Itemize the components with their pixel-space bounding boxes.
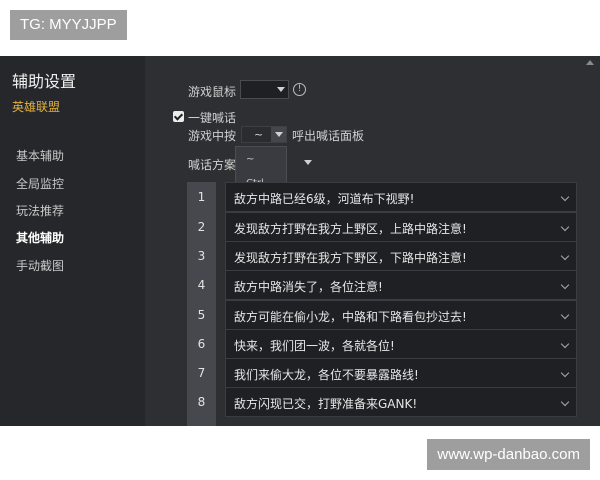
phrase-row[interactable]: 5 敌方可能在偷小龙，中路和下路看包抄过去! [187,300,577,330]
phrase-select[interactable]: 敌方闪现已交，打野准备来GANK! [225,387,577,417]
mouse-select[interactable] [240,80,289,99]
chevron-down-icon [560,192,570,202]
phrase-number: 2 [187,212,216,242]
main-panel: 游戏鼠标 ! 一键喊话 游戏中按 ~ 呼出喊话面板 喊话方案 ~ Ctrl 1 … [145,56,600,426]
phrase-row[interactable]: 2 发现敌方打野在我方上野区，上路中路注意! [187,212,577,242]
phrase-number: 6 [187,329,216,359]
phrase-text: 敌方中路已经6级，河道布下视野! [234,192,415,206]
chevron-down-icon [560,368,570,378]
watermark-top: TG: MYYJJPP [10,10,127,40]
chevron-down-icon [560,310,570,320]
phrase-text: 敌方闪现已交，打野准备来GANK! [234,397,418,411]
phrase-text: 我们来偷大龙，各位不要暴露路线! [234,368,419,382]
dropdown-option-tilde[interactable]: ~ [246,154,254,165]
phrase-number: 4 [187,270,216,300]
one-key-checkbox[interactable] [173,110,184,122]
mouse-label: 游戏鼠标 [188,85,237,99]
chevron-down-icon [560,397,570,407]
phrase-text: 敌方中路消失了，各位注意! [234,280,383,294]
phrase-select[interactable]: 我们来偷大龙，各位不要暴露路线! [225,358,577,388]
phrase-number: 7 [187,358,216,388]
phrase-row[interactable]: 3 发现敌方打野在我方下野区，下路中路注意! [187,241,577,271]
phrase-row[interactable]: 4 敌方中路消失了，各位注意! [187,270,577,300]
watermark-bottom: www.wp-danbao.com [427,439,590,470]
chevron-down-icon [560,339,570,349]
scroll-up-button[interactable] [586,60,594,72]
phrase-row-partial [187,417,577,426]
sidebar: 辅助设置 英雄联盟 基本辅助 全局监控 玩法推荐 其他辅助 手动截图 [0,56,145,426]
hotkey-select-value: ~ [254,128,264,141]
phrase-text: 快来，我们团一波，各就各位! [234,339,395,353]
phrase-select[interactable]: 快来，我们团一波，各就各位! [225,329,577,359]
sidebar-item-manual-screenshot[interactable]: 手动截图 [16,257,64,274]
phrase-number: 8 [187,387,216,417]
phrase-select[interactable]: 敌方中路消失了，各位注意! [225,270,577,300]
phrase-row[interactable]: 8 敌方闪现已交，打野准备来GANK! [187,387,577,417]
hotkey-select[interactable]: ~ [241,126,287,143]
phrase-number: 5 [187,300,216,330]
phrase-row[interactable]: 7 我们来偷大龙，各位不要暴露路线! [187,358,577,388]
settings-window: 辅助设置 英雄联盟 基本辅助 全局监控 玩法推荐 其他辅助 手动截图 游戏鼠标 … [0,56,600,426]
sidebar-item-basic-assist[interactable]: 基本辅助 [16,147,64,164]
chevron-down-icon [560,280,570,290]
plan-label: 喊话方案 [188,158,237,172]
key-suffix-label: 呼出喊话面板 [292,129,365,143]
phrase-number: 3 [187,241,216,271]
phrase-row[interactable]: 1 敌方中路已经6级，河道布下视野! [187,182,577,212]
phrase-text: 发现敌方打野在我方下野区，下路中路注意! [234,251,467,265]
phrase-text: 敌方可能在偷小龙，中路和下路看包抄过去! [234,310,467,324]
sidebar-game-name[interactable]: 英雄联盟 [12,98,60,115]
key-label: 游戏中按 [188,129,237,143]
chevron-down-icon [560,251,570,261]
one-key-label: 一键喊话 [188,111,237,125]
chevron-down-icon [560,222,570,232]
phrase-number: 1 [187,182,216,212]
sidebar-item-gameplay-recommend[interactable]: 玩法推荐 [16,202,64,219]
phrase-text: 发现敌方打野在我方上野区，上路中路注意! [234,222,467,236]
phrase-number [187,417,216,426]
chevron-down-icon [300,154,315,171]
phrase-select[interactable]: 敌方中路已经6级，河道布下视野! [225,182,577,212]
sidebar-item-global-monitor[interactable]: 全局监控 [16,175,64,192]
arrow-up-icon [586,60,594,65]
info-icon[interactable]: ! [293,83,306,96]
sidebar-title: 辅助设置 [12,72,77,91]
plan-select[interactable] [285,154,315,171]
chevron-down-icon [271,127,286,142]
phrase-row[interactable]: 6 快来，我们团一波，各就各位! [187,329,577,359]
chevron-down-icon [273,81,288,98]
phrase-select[interactable]: 发现敌方打野在我方下野区，下路中路注意! [225,241,577,271]
phrase-select[interactable]: 发现敌方打野在我方上野区，上路中路注意! [225,212,577,242]
sidebar-item-other-assist[interactable]: 其他辅助 [16,229,64,246]
check-icon [173,110,184,121]
phrase-select[interactable]: 敌方可能在偷小龙，中路和下路看包抄过去! [225,300,577,330]
